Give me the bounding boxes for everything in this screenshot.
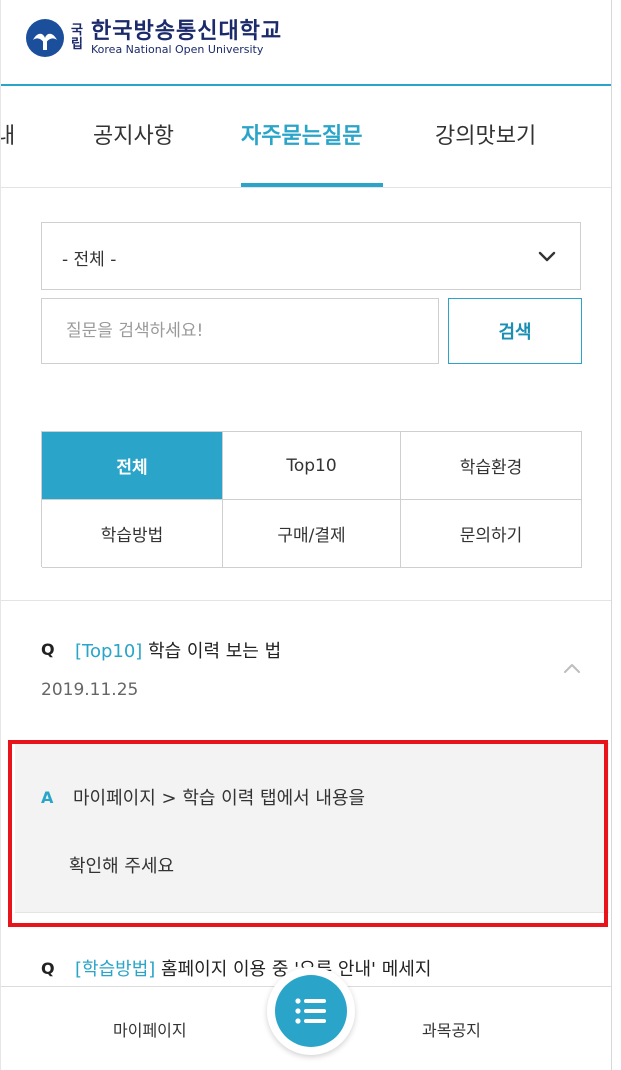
nav-mypage[interactable]: 마이페이지	[113, 1017, 187, 1041]
category-grid: 전체 Top10 학습환경 학습방법 구매/결제 문의하기	[41, 431, 582, 568]
active-tab-indicator	[241, 183, 383, 187]
faq-answer: A 마이페이지 > 학습 이력 탭에서 내용을 확인해 주세요	[15, 743, 609, 913]
category-top10[interactable]: Top10	[223, 432, 401, 500]
chevron-up-icon[interactable]	[562, 661, 582, 675]
tab-faq[interactable]: 자주묻는질문	[241, 118, 362, 150]
logo-english-name: Korea National Open University	[91, 43, 264, 56]
tab-partial[interactable]: 내	[1, 118, 15, 150]
faq-item[interactable]: Q [Top10] 학습 이력 보는 법 2019.11.25	[1, 601, 611, 741]
faq-question-text: 학습 이력 보는 법	[148, 641, 282, 662]
logo-korean-name: 한국방송통신대학교	[91, 19, 283, 44]
logo-text: 한국방송통신대학교 Korea National Open University	[91, 20, 282, 56]
question-mark-label: Q	[41, 640, 55, 659]
search-input[interactable]	[41, 298, 439, 364]
category-learning-environment[interactable]: 학습환경	[401, 432, 582, 500]
category-all[interactable]: 전체	[42, 432, 223, 500]
category-select-value: - 전체 -	[62, 250, 117, 270]
faq-category: [학습방법]	[75, 959, 156, 980]
tab-lecture-preview[interactable]: 강의맛보기	[435, 118, 536, 150]
category-select[interactable]: - 전체 -	[41, 222, 581, 290]
logo-gov-text: 국립	[71, 23, 83, 52]
mobile-page: 국립 한국방송통신대학교 Korea National Open Univers…	[0, 0, 612, 1070]
category-inquiry[interactable]: 문의하기	[401, 500, 582, 568]
list-menu-icon	[295, 998, 326, 1024]
faq-question: [Top10] 학습 이력 보는 법	[75, 637, 281, 663]
faq-date: 2019.11.25	[41, 680, 139, 700]
tab-bar: 내 공지사항 자주묻는질문 강의맛보기	[1, 88, 611, 188]
nav-course-notice[interactable]: 과목공지	[422, 1017, 481, 1041]
university-logo[interactable]: 국립 한국방송통신대학교 Korea National Open Univers…	[25, 18, 282, 58]
category-learning-method[interactable]: 학습방법	[42, 500, 223, 568]
menu-fab-button[interactable]	[275, 975, 347, 1047]
chevron-down-icon	[538, 251, 556, 262]
tab-notice[interactable]: 공지사항	[93, 118, 174, 150]
faq-category: [Top10]	[75, 641, 143, 662]
fab-container	[267, 967, 355, 1055]
category-purchase-payment[interactable]: 구매/결제	[223, 500, 401, 568]
header: 국립 한국방송통신대학교 Korea National Open Univers…	[1, 0, 611, 86]
faq-question: [학습방법] 홈페이지 이용 중 '오류 안내' 메세지	[75, 955, 431, 981]
question-mark-label: Q	[41, 959, 55, 978]
answer-text-line1: 마이페이지 > 학습 이력 탭에서 내용을	[73, 788, 366, 809]
university-emblem-icon	[26, 19, 64, 57]
search-button[interactable]: 검색	[448, 298, 582, 364]
answer-mark-label: A	[41, 788, 54, 807]
answer-text-line2: 확인해 주세요	[69, 856, 175, 877]
